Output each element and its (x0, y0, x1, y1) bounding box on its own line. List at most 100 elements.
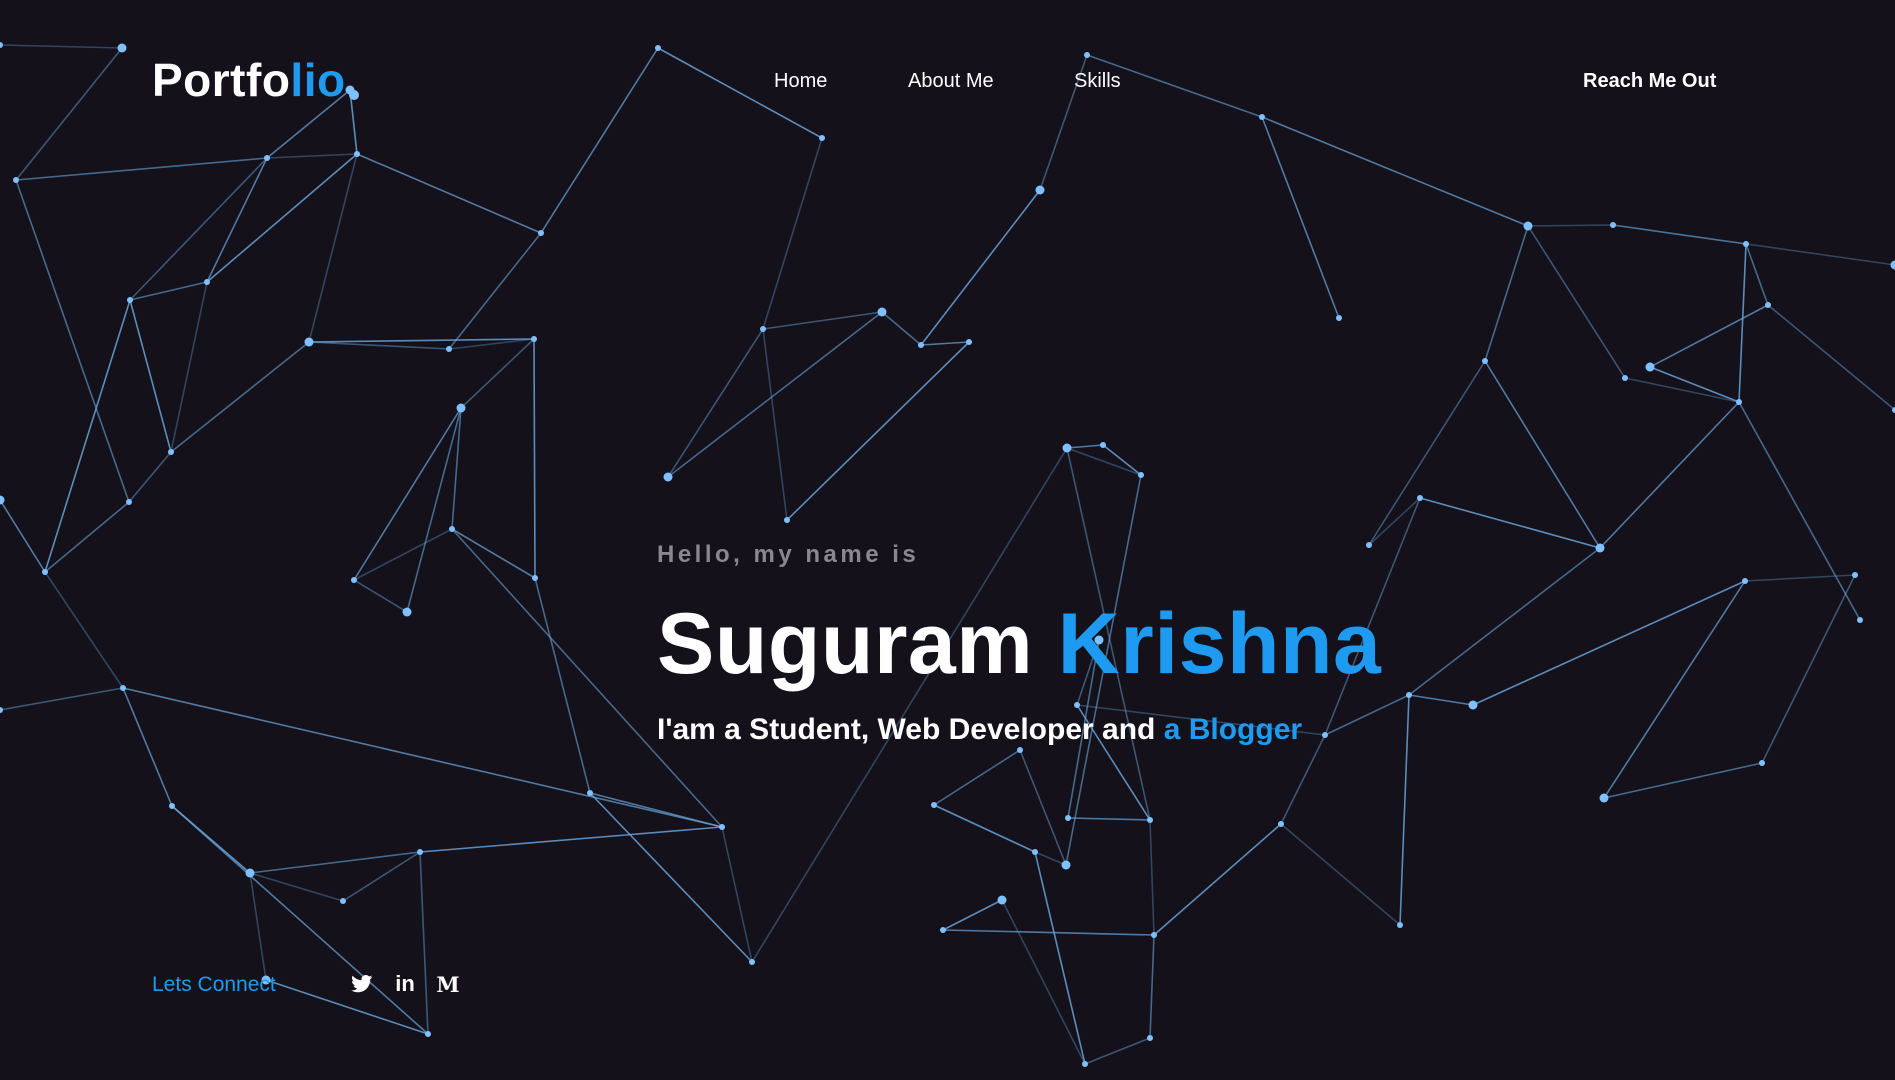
network-node (1742, 578, 1748, 584)
network-line (308, 153, 358, 343)
linkedin-icon[interactable]: in (390, 970, 420, 998)
network-node (587, 790, 593, 796)
network-node (1406, 692, 1412, 698)
nav-item-about-me[interactable]: About Me (908, 68, 994, 94)
hero-section: Hello, my name is Suguram Krishna I'am a… (657, 538, 1381, 750)
network-node (1736, 399, 1742, 405)
network-line (128, 451, 172, 503)
network-node (42, 569, 48, 575)
network-line (1001, 899, 1086, 1065)
network-line (589, 792, 753, 963)
network-node (1743, 241, 1749, 247)
network-line (933, 804, 1036, 853)
network-node (126, 499, 132, 505)
medium-icon[interactable]: M (433, 970, 463, 998)
reach-me-out-button[interactable]: Reach Me Out (1583, 68, 1716, 94)
network-line (206, 153, 358, 283)
network-line (933, 749, 1021, 806)
network-line (1066, 444, 1104, 449)
network-node (117, 43, 127, 53)
network-line (249, 851, 421, 874)
network-node (1610, 222, 1616, 228)
network-line (1761, 574, 1856, 764)
network-line (1649, 366, 1740, 403)
network-line (881, 311, 922, 346)
network-node (1082, 1061, 1088, 1067)
twitter-icon[interactable] (347, 970, 377, 998)
network-line (206, 157, 268, 283)
network-line (1368, 360, 1486, 546)
network-node (1599, 793, 1609, 803)
network-node (1595, 543, 1605, 553)
network-node (1061, 860, 1071, 870)
network-node (1397, 922, 1403, 928)
network-node (1032, 849, 1038, 855)
network-line (451, 528, 536, 579)
network-node (351, 577, 357, 583)
network-node (264, 155, 270, 161)
network-line (1067, 817, 1151, 821)
network-line (1399, 694, 1410, 926)
network-node (1147, 1035, 1153, 1041)
network-node (446, 346, 452, 352)
network-line (308, 341, 450, 350)
tagline-text: I'am a Student, Web Developer and (657, 713, 1164, 746)
hero-last-name: Krishna (1057, 596, 1382, 692)
network-line (1261, 116, 1529, 227)
network-node (538, 230, 544, 236)
portfolio-page: Portfo lio Home About Me Skills Reach Me … (0, 0, 1895, 1080)
network-node (940, 927, 946, 933)
network-line (353, 528, 453, 581)
network-line (170, 281, 208, 453)
network-line (0, 44, 123, 49)
network-line (1261, 116, 1340, 319)
network-node (354, 151, 360, 157)
network-line (1649, 304, 1769, 368)
network-line (942, 899, 1003, 931)
network-line (942, 929, 1155, 936)
network-node (169, 803, 175, 809)
nav-item-home[interactable]: Home (774, 68, 827, 94)
network-node (1062, 443, 1072, 453)
hero-name: Suguram Krishna (657, 594, 1381, 694)
hero-tagline: I'am a Student, Web Developer and a Blog… (657, 710, 1381, 750)
network-line (1484, 225, 1529, 362)
network-node (784, 517, 790, 523)
network-line (1599, 401, 1740, 549)
network-line (1149, 819, 1155, 936)
network-node (1100, 442, 1106, 448)
network-node (120, 685, 126, 691)
network-node (449, 526, 455, 532)
network-line (667, 311, 883, 478)
network-line (1527, 225, 1626, 379)
network-line (44, 299, 131, 573)
lets-connect-label: Lets Connect (152, 973, 276, 996)
network-line (129, 299, 172, 453)
network-line (353, 407, 462, 581)
network-node (760, 326, 766, 332)
network-node (1259, 114, 1265, 120)
network-line (1484, 360, 1601, 549)
network-line (122, 687, 173, 807)
network-line (1624, 377, 1740, 403)
network-line (460, 338, 535, 409)
network-line (249, 872, 267, 981)
network-line (1034, 851, 1086, 1065)
network-node (877, 307, 887, 317)
network-node (663, 472, 673, 482)
network-node (749, 959, 755, 965)
network-node (1065, 815, 1071, 821)
network-line (129, 157, 268, 301)
network-node (402, 607, 412, 617)
network-node (532, 575, 538, 581)
tagline-accent: a Blogger (1163, 713, 1303, 746)
nav-item-skills[interactable]: Skills (1074, 68, 1121, 94)
network-node (997, 895, 1007, 905)
network-line (122, 687, 723, 828)
network-node (1482, 358, 1488, 364)
network-node (245, 868, 255, 878)
network-line (920, 341, 970, 346)
network-node (204, 279, 210, 285)
network-node (1151, 932, 1157, 938)
network-line (266, 153, 358, 159)
